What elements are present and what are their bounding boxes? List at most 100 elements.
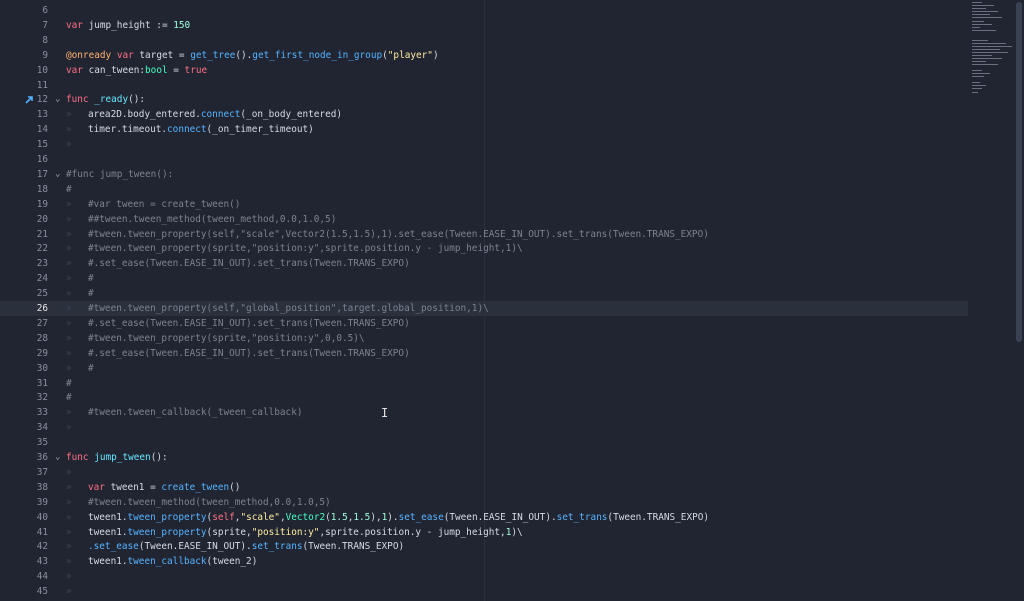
code-text[interactable]: #: [66, 390, 72, 405]
code-text[interactable]: func _ready():: [66, 92, 145, 107]
line-number[interactable]: 27: [0, 316, 48, 331]
line-number[interactable]: 20: [0, 212, 48, 227]
code-line[interactable]: 16: [0, 152, 968, 167]
line-number[interactable]: 10: [0, 63, 48, 78]
line-number[interactable]: 7: [0, 18, 48, 33]
minimap[interactable]: [968, 0, 1014, 601]
line-number[interactable]: 43: [0, 554, 48, 569]
code-line[interactable]: 36 ⌄ func jump_tween():: [0, 450, 968, 465]
line-number[interactable]: 31: [0, 376, 48, 391]
line-number[interactable]: 29: [0, 346, 48, 361]
code-line[interactable]: 27 » #.set_ease(Tween.EASE_IN_OUT).set_tra…: [0, 316, 968, 331]
line-number[interactable]: 41: [0, 525, 48, 540]
code-line[interactable]: 14 » timer.timeout.connect(_on_timer_timeo…: [0, 122, 968, 137]
line-number[interactable]: 40: [0, 510, 48, 525]
chevron-down-icon[interactable]: ⌄: [55, 450, 60, 465]
code-text[interactable]: » var tween1 = create_tween(): [66, 480, 240, 495]
code-text[interactable]: » #: [66, 271, 94, 286]
code-line[interactable]: 33 » #tween.tween_callback(_tween_callback…: [0, 405, 968, 420]
code-line[interactable]: 15 »: [0, 137, 968, 152]
line-number[interactable]: 6: [0, 3, 48, 18]
line-number[interactable]: 34: [0, 420, 48, 435]
code-line[interactable]: 10 var can_tween:bool = true: [0, 63, 968, 78]
code-line[interactable]: 17 ⌄ #func jump_tween():: [0, 167, 968, 182]
code-text[interactable]: #func jump_tween():: [66, 167, 173, 182]
code-line[interactable]: 45 »: [0, 584, 968, 599]
code-text[interactable]: » #tween.tween_property(self,"scale",Vect…: [66, 227, 709, 242]
line-number[interactable]: 8: [0, 33, 48, 48]
line-number[interactable]: 9: [0, 48, 48, 63]
code-line[interactable]: 24 » #: [0, 271, 968, 286]
code-text[interactable]: » tween1.tween_property(sprite,"position:…: [66, 525, 523, 540]
code-text[interactable]: @onready var target = get_tree().get_fir…: [66, 48, 439, 63]
code-text[interactable]: » tween1.tween_property(self,"scale",Vect…: [66, 510, 709, 525]
line-number[interactable]: 33: [0, 405, 48, 420]
code-line[interactable]: 31 #: [0, 376, 968, 391]
code-line[interactable]: 29 » #.set_ease(Tween.EASE_IN_OUT).set_tra…: [0, 346, 968, 361]
line-number[interactable]: 15: [0, 137, 48, 152]
code-text[interactable]: » #tween.tween_property(sprite,"position:…: [66, 331, 365, 346]
code-line[interactable]: 40 » tween1.tween_property(self,"scale",Ve…: [0, 510, 968, 525]
line-number[interactable]: 24: [0, 271, 48, 286]
code-text[interactable]: » area2D.body_entered.connect(_on_body_en…: [66, 107, 342, 122]
chevron-down-icon[interactable]: ⌄: [55, 92, 60, 107]
line-number[interactable]: 26: [0, 301, 48, 316]
line-number[interactable]: 35: [0, 435, 48, 450]
line-number[interactable]: 23: [0, 256, 48, 271]
code-text[interactable]: #: [66, 376, 72, 391]
code-text[interactable]: var can_tween:bool = true: [66, 63, 207, 78]
line-number[interactable]: 11: [0, 78, 48, 93]
code-text[interactable]: » #.set_ease(Tween.EASE_IN_OUT).set_trans…: [66, 316, 410, 331]
code-line[interactable]: 37 »: [0, 465, 968, 480]
code-line[interactable]: 19 » #var tween = create_tween(): [0, 197, 968, 212]
line-number[interactable]: 32: [0, 390, 48, 405]
code-text[interactable]: » tween1.tween_callback(tween_2): [66, 554, 257, 569]
code-text[interactable]: var jump_height := 150: [66, 18, 190, 33]
code-line[interactable]: 25 » #: [0, 286, 968, 301]
line-number[interactable]: 38: [0, 480, 48, 495]
line-number[interactable]: 45: [0, 584, 48, 599]
line-number[interactable]: 13: [0, 107, 48, 122]
code-line[interactable]: 9 @onready var target = get_tree().get_fi…: [0, 48, 968, 63]
code-line[interactable]: 22 » #tween.tween_property(sprite,"positio…: [0, 241, 968, 256]
code-text[interactable]: » #var tween = create_tween(): [66, 197, 240, 212]
code-text[interactable]: » #: [66, 286, 94, 301]
line-number[interactable]: 17: [0, 167, 48, 182]
vertical-scrollbar[interactable]: [1016, 2, 1022, 342]
line-number[interactable]: 18: [0, 182, 48, 197]
code-line[interactable]: 43 » tween1.tween_callback(tween_2): [0, 554, 968, 569]
code-line[interactable]: 32 #: [0, 390, 968, 405]
line-number[interactable]: 25: [0, 286, 48, 301]
line-number[interactable]: 14: [0, 122, 48, 137]
code-text[interactable]: » #.set_ease(Tween.EASE_IN_OUT).set_trans…: [66, 346, 410, 361]
code-line[interactable]: 39 » #tween.tween_method(tween_method,0.0,…: [0, 495, 968, 510]
line-number[interactable]: 36: [0, 450, 48, 465]
code-line[interactable]: 6: [0, 3, 968, 18]
code-line[interactable]: 13 » area2D.body_entered.connect(_on_body_…: [0, 107, 968, 122]
code-line[interactable]: 18 #: [0, 182, 968, 197]
code-text[interactable]: » #tween.tween_property(sprite,"position:…: [66, 241, 523, 256]
line-number[interactable]: 44: [0, 569, 48, 584]
line-number[interactable]: 39: [0, 495, 48, 510]
code-text[interactable]: » #: [66, 361, 94, 376]
code-line[interactable]: 12 ⌄ func _ready():: [0, 92, 968, 107]
code-text[interactable]: #: [66, 182, 72, 197]
code-text[interactable]: »: [66, 420, 88, 435]
line-number[interactable]: 37: [0, 465, 48, 480]
code-line[interactable]: 7 var jump_height := 150: [0, 18, 968, 33]
code-editor[interactable]: 6 7 var jump_height := 150 8 9 @onready var t…: [0, 0, 1024, 601]
code-line[interactable]: 8: [0, 33, 968, 48]
code-text[interactable]: func jump_tween():: [66, 450, 168, 465]
code-text[interactable]: » #tween.tween_callback(_tween_callback): [66, 405, 302, 420]
code-line[interactable]: 42 » .set_ease(Tween.EASE_IN_OUT).set_tran…: [0, 539, 968, 554]
code-line[interactable]: 44 »: [0, 569, 968, 584]
override-arrow-icon[interactable]: [24, 94, 35, 105]
code-line[interactable]: 41 » tween1.tween_property(sprite,"positio…: [0, 525, 968, 540]
line-number[interactable]: 16: [0, 152, 48, 167]
code-text[interactable]: »: [66, 137, 88, 152]
chevron-down-icon[interactable]: ⌄: [55, 167, 60, 182]
code-text[interactable]: » .set_ease(Tween.EASE_IN_OUT).set_trans(…: [66, 539, 404, 554]
code-text[interactable]: » #.set_ease(Tween.EASE_IN_OUT).set_trans…: [66, 256, 410, 271]
code-text[interactable]: » timer.timeout.connect(_on_timer_timeout…: [66, 122, 314, 137]
code-line[interactable]: 34 »: [0, 420, 968, 435]
